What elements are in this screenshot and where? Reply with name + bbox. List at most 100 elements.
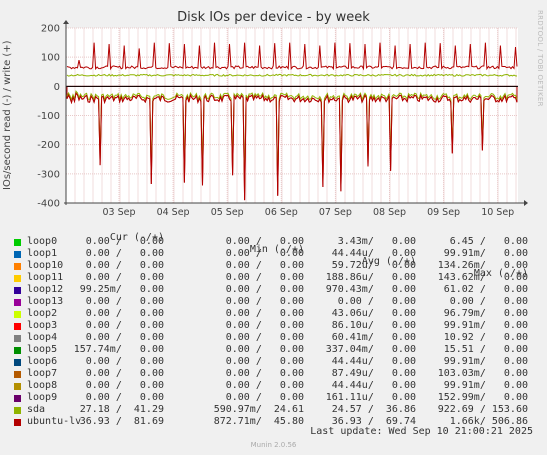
- legend-max: 922.69 / 153.60: [437, 404, 528, 415]
- legend-cur: 0.00 / 0.00: [85, 332, 164, 343]
- legend-name: loop9: [27, 392, 58, 403]
- legend-min: 872.71m/ 45.80: [213, 416, 304, 427]
- legend-row-loop6: loop6 0.00 / 0.00 0.00 / 0.00 44.44u/ 0.00 9…: [0, 356, 547, 368]
- legend-min: 0.00 / 0.00: [225, 320, 304, 331]
- y-tick-label: 0: [54, 82, 60, 93]
- legend-max: 99.91m/ 0.00: [443, 380, 528, 391]
- legend-avg: 43.06u/ 0.00: [331, 308, 416, 319]
- legend-cur: 36.93 / 81.69: [79, 416, 164, 427]
- legend-name: loop1: [27, 248, 58, 259]
- legend-name: sda: [27, 404, 46, 415]
- legend-row-loop5: loop5 157.74m/ 0.00 0.00 / 0.00 337.04m/ 0.…: [0, 344, 547, 356]
- legend-cur: 0.00 / 0.00: [85, 260, 164, 271]
- legend-swatch: [14, 419, 21, 426]
- legend-swatch: [14, 371, 21, 378]
- x-axis-arrow: [524, 200, 528, 206]
- legend-min: 0.00 / 0.00: [225, 368, 304, 379]
- y-tick-label: -200: [37, 140, 60, 151]
- legend-avg: 161.11u/ 0.00: [325, 392, 416, 403]
- legend-swatch: [14, 323, 21, 330]
- legend-swatch: [14, 299, 21, 306]
- munin-version: Munin 2.0.56: [250, 441, 297, 449]
- x-tick-label: 08 Sep: [373, 207, 406, 218]
- last-update: Last update: Wed Sep 10 21:00:21 2025: [310, 426, 533, 437]
- legend-swatch: [14, 335, 21, 342]
- legend-cur: 0.00 / 0.00: [85, 272, 164, 283]
- legend-avg: 337.04m/ 0.00: [325, 344, 416, 355]
- legend-max: 15.51 / 0.00: [443, 344, 528, 355]
- legend-name: loop4: [27, 332, 58, 343]
- legend-max: 99.91m/ 0.00: [443, 320, 528, 331]
- legend-min: 0.00 / 0.00: [225, 344, 304, 355]
- y-axis-arrow: [63, 20, 69, 24]
- legend-max: 6.45 / 0.00: [449, 236, 528, 247]
- x-tick-label: 07 Sep: [319, 207, 352, 218]
- y-tick-label: 200: [41, 24, 60, 35]
- x-tick-label: 04 Sep: [157, 207, 190, 218]
- legend-min: 0.00 / 0.00: [225, 332, 304, 343]
- legend-avg: 44.44u/ 0.00: [331, 248, 416, 259]
- legend-min: 0.00 / 0.00: [225, 356, 304, 367]
- x-tick-label: 10 Sep: [481, 207, 514, 218]
- legend-max: 143.62m/ 0.00: [437, 272, 528, 283]
- legend-cur: 0.00 / 0.00: [85, 296, 164, 307]
- legend-cur: 157.74m/ 0.00: [73, 344, 164, 355]
- legend-row-loop0: loop0 0.00 / 0.00 0.00 / 0.00 3.43m/ 0.00 6.…: [0, 236, 547, 248]
- chart-plot: 200 100 0 -100 -200 -300 -400 03 Sep 04 Sep 05 Se…: [37, 20, 528, 218]
- legend-name: loop8: [27, 380, 58, 391]
- legend-min: 0.00 / 0.00: [225, 284, 304, 295]
- legend-swatch: [14, 311, 21, 318]
- legend-row-loop9: loop9 0.00 / 0.00 0.00 / 0.00 161.11u/ 0.00…: [0, 392, 547, 404]
- legend-swatch: [14, 251, 21, 258]
- x-tick-label: 05 Sep: [211, 207, 244, 218]
- legend-row-loop11: loop11 0.00 / 0.00 0.00 / 0.00 188.86u/ 0.0…: [0, 272, 547, 284]
- legend-cur: 0.00 / 0.00: [85, 380, 164, 391]
- legend-swatch: [14, 407, 21, 414]
- legend-cur: 0.00 / 0.00: [85, 392, 164, 403]
- x-tick-label: 06 Sep: [265, 207, 298, 218]
- legend-min: 0.00 / 0.00: [225, 248, 304, 259]
- legend-cur: 0.00 / 0.00: [85, 320, 164, 331]
- legend-swatch: [14, 383, 21, 390]
- legend-min: 590.97m/ 24.61: [213, 404, 304, 415]
- legend-avg: 87.49u/ 0.00: [331, 368, 416, 379]
- legend-avg: 44.44u/ 0.00: [331, 380, 416, 391]
- legend-cur: 0.00 / 0.00: [85, 308, 164, 319]
- legend-name: loop10: [27, 260, 64, 271]
- legend-avg: 188.86u/ 0.00: [325, 272, 416, 283]
- legend-name: loop2: [27, 308, 58, 319]
- legend-max: 99.91m/ 0.00: [443, 248, 528, 259]
- legend-name: loop7: [27, 368, 58, 379]
- legend-min: 0.00 / 0.00: [225, 308, 304, 319]
- legend-swatch: [14, 263, 21, 270]
- legend-name: loop11: [27, 272, 64, 283]
- legend-cur: 0.00 / 0.00: [85, 236, 164, 247]
- x-tick-label: 03 Sep: [102, 207, 135, 218]
- y-tick-label: 100: [41, 53, 60, 64]
- legend-name: loop6: [27, 356, 58, 367]
- legend-name: loop13: [27, 296, 64, 307]
- legend-name: loop0: [27, 236, 58, 247]
- legend-row-loop13: loop13 0.00 / 0.00 0.00 / 0.00 0.00 / 0.00 0…: [0, 296, 547, 308]
- legend-row-loop10: loop10 0.00 / 0.00 0.00 / 0.00 59.72u/ 0.00…: [0, 260, 547, 272]
- legend-name: loop5: [27, 344, 58, 355]
- legend-max: 99.91m/ 0.00: [443, 356, 528, 367]
- legend-max: 10.92 / 0.00: [443, 332, 528, 343]
- legend-avg: 0.00 / 0.00: [337, 296, 416, 307]
- legend-avg: 60.41m/ 0.00: [331, 332, 416, 343]
- legend-min: 0.00 / 0.00: [225, 236, 304, 247]
- legend-min: 0.00 / 0.00: [225, 272, 304, 283]
- legend-cur: 0.00 / 0.00: [85, 356, 164, 367]
- legend-min: 0.00 / 0.00: [225, 296, 304, 307]
- legend-max: 103.03m/ 0.00: [437, 368, 528, 379]
- legend-swatch: [14, 395, 21, 402]
- legend-max: 61.02 / 0.00: [443, 284, 528, 295]
- legend-swatch: [14, 287, 21, 294]
- legend-avg: 970.43m/ 0.00: [325, 284, 416, 295]
- legend-row-loop8: loop8 0.00 / 0.00 0.00 / 0.00 44.44u/ 0.00 9…: [0, 380, 547, 392]
- legend-name: ubuntu-lv: [27, 416, 82, 427]
- legend-swatch: [14, 359, 21, 366]
- legend-row-sda: sda 27.18 / 41.29 590.97m/ 24.61 24.57 / 36…: [0, 404, 547, 416]
- legend-row-loop4: loop4 0.00 / 0.00 0.00 / 0.00 60.41m/ 0.00 1…: [0, 332, 547, 344]
- legend-avg: 59.72u/ 0.00: [331, 260, 416, 271]
